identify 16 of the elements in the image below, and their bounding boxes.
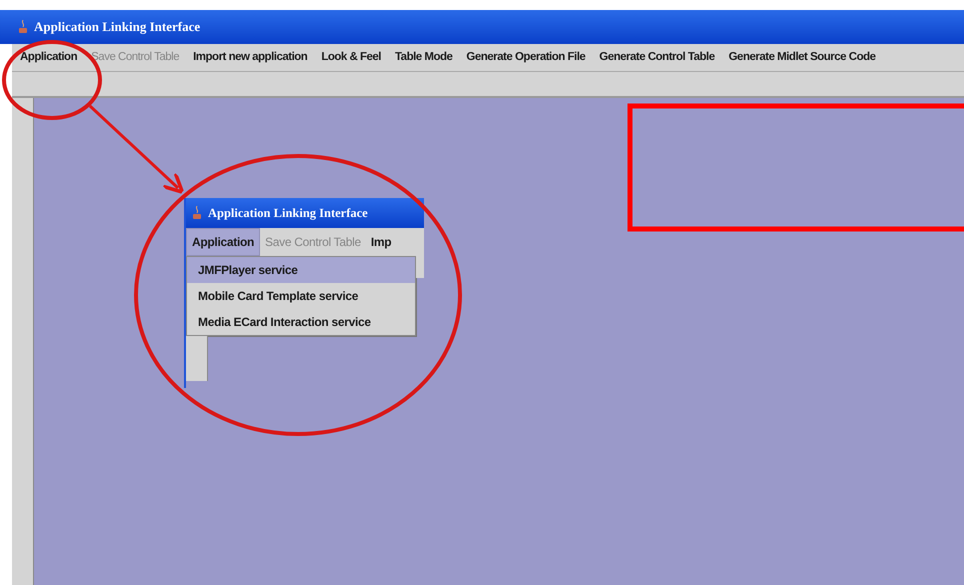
menu-item[interactable]: Application — [20, 48, 78, 66]
menu-item[interactable]: Generate Control Table — [599, 48, 715, 66]
coffee-cup-icon — [18, 20, 28, 34]
menu-item[interactable]: Look & Feel — [321, 48, 382, 66]
menu-item[interactable]: Table Mode — [395, 48, 452, 66]
window-title: Application Linking Interface — [34, 18, 200, 36]
inset-window-title: Application Linking Interface — [208, 204, 368, 222]
coffee-cup-icon — [192, 206, 202, 220]
menu-item[interactable]: Application — [186, 228, 260, 256]
menu-item[interactable]: Generate Operation File — [466, 48, 586, 66]
dropdown-item[interactable]: Media ECard Interaction service — [187, 309, 415, 335]
dropdown-item[interactable]: Mobile Card Template service — [187, 283, 415, 309]
dropdown-item[interactable]: JMFPlayer service — [187, 257, 415, 283]
menu-item[interactable]: Generate Midlet Source Code — [728, 48, 876, 66]
menu-item[interactable]: Import new application — [193, 48, 308, 66]
menu-item[interactable]: Imp — [366, 228, 396, 256]
